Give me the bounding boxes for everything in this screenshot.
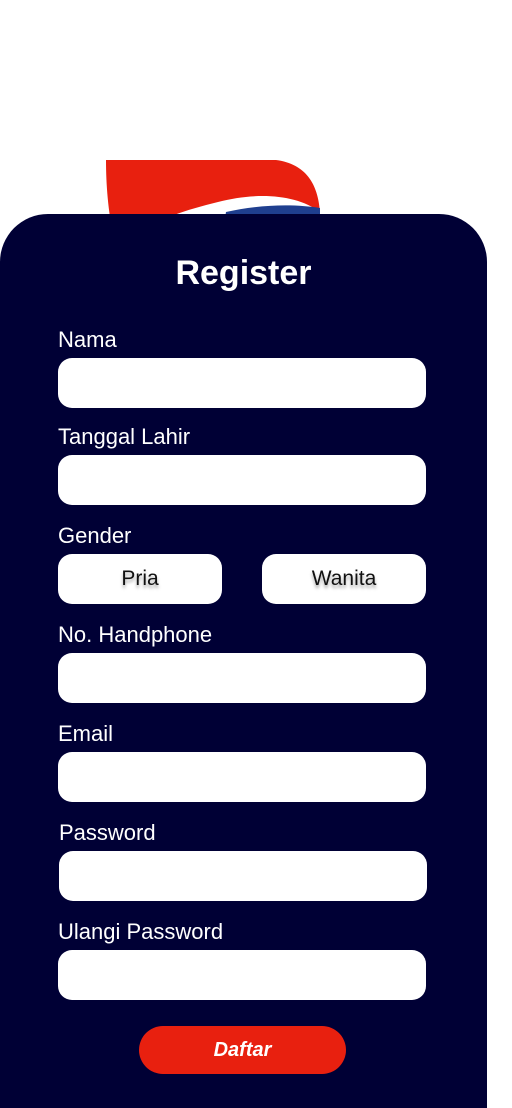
tanggal-lahir-input[interactable] xyxy=(58,455,426,505)
nama-label: Nama xyxy=(58,327,117,352)
tanggal-lahir-label: Tanggal Lahir xyxy=(58,424,191,449)
page-title: Register xyxy=(175,254,312,292)
gender-option-wanita[interactable]: Wanita xyxy=(262,554,426,604)
email-label: Email xyxy=(58,721,114,746)
gender-option-pria[interactable]: Pria xyxy=(58,554,222,604)
no-handphone-label: No. Handphone xyxy=(58,622,213,647)
ulangi-password-label: Ulangi Password xyxy=(58,919,224,944)
nama-input[interactable] xyxy=(58,358,426,408)
password-label: Password xyxy=(59,820,156,845)
email-input[interactable] xyxy=(58,752,426,802)
gender-label: Gender xyxy=(58,523,132,548)
password-input[interactable] xyxy=(59,851,427,901)
register-screen: Register Nama Tanggal Lahir Gender Pria … xyxy=(0,0,512,1108)
no-handphone-input[interactable] xyxy=(58,653,426,703)
daftar-button[interactable]: Daftar xyxy=(139,1026,346,1074)
ulangi-password-input[interactable] xyxy=(58,950,426,1000)
